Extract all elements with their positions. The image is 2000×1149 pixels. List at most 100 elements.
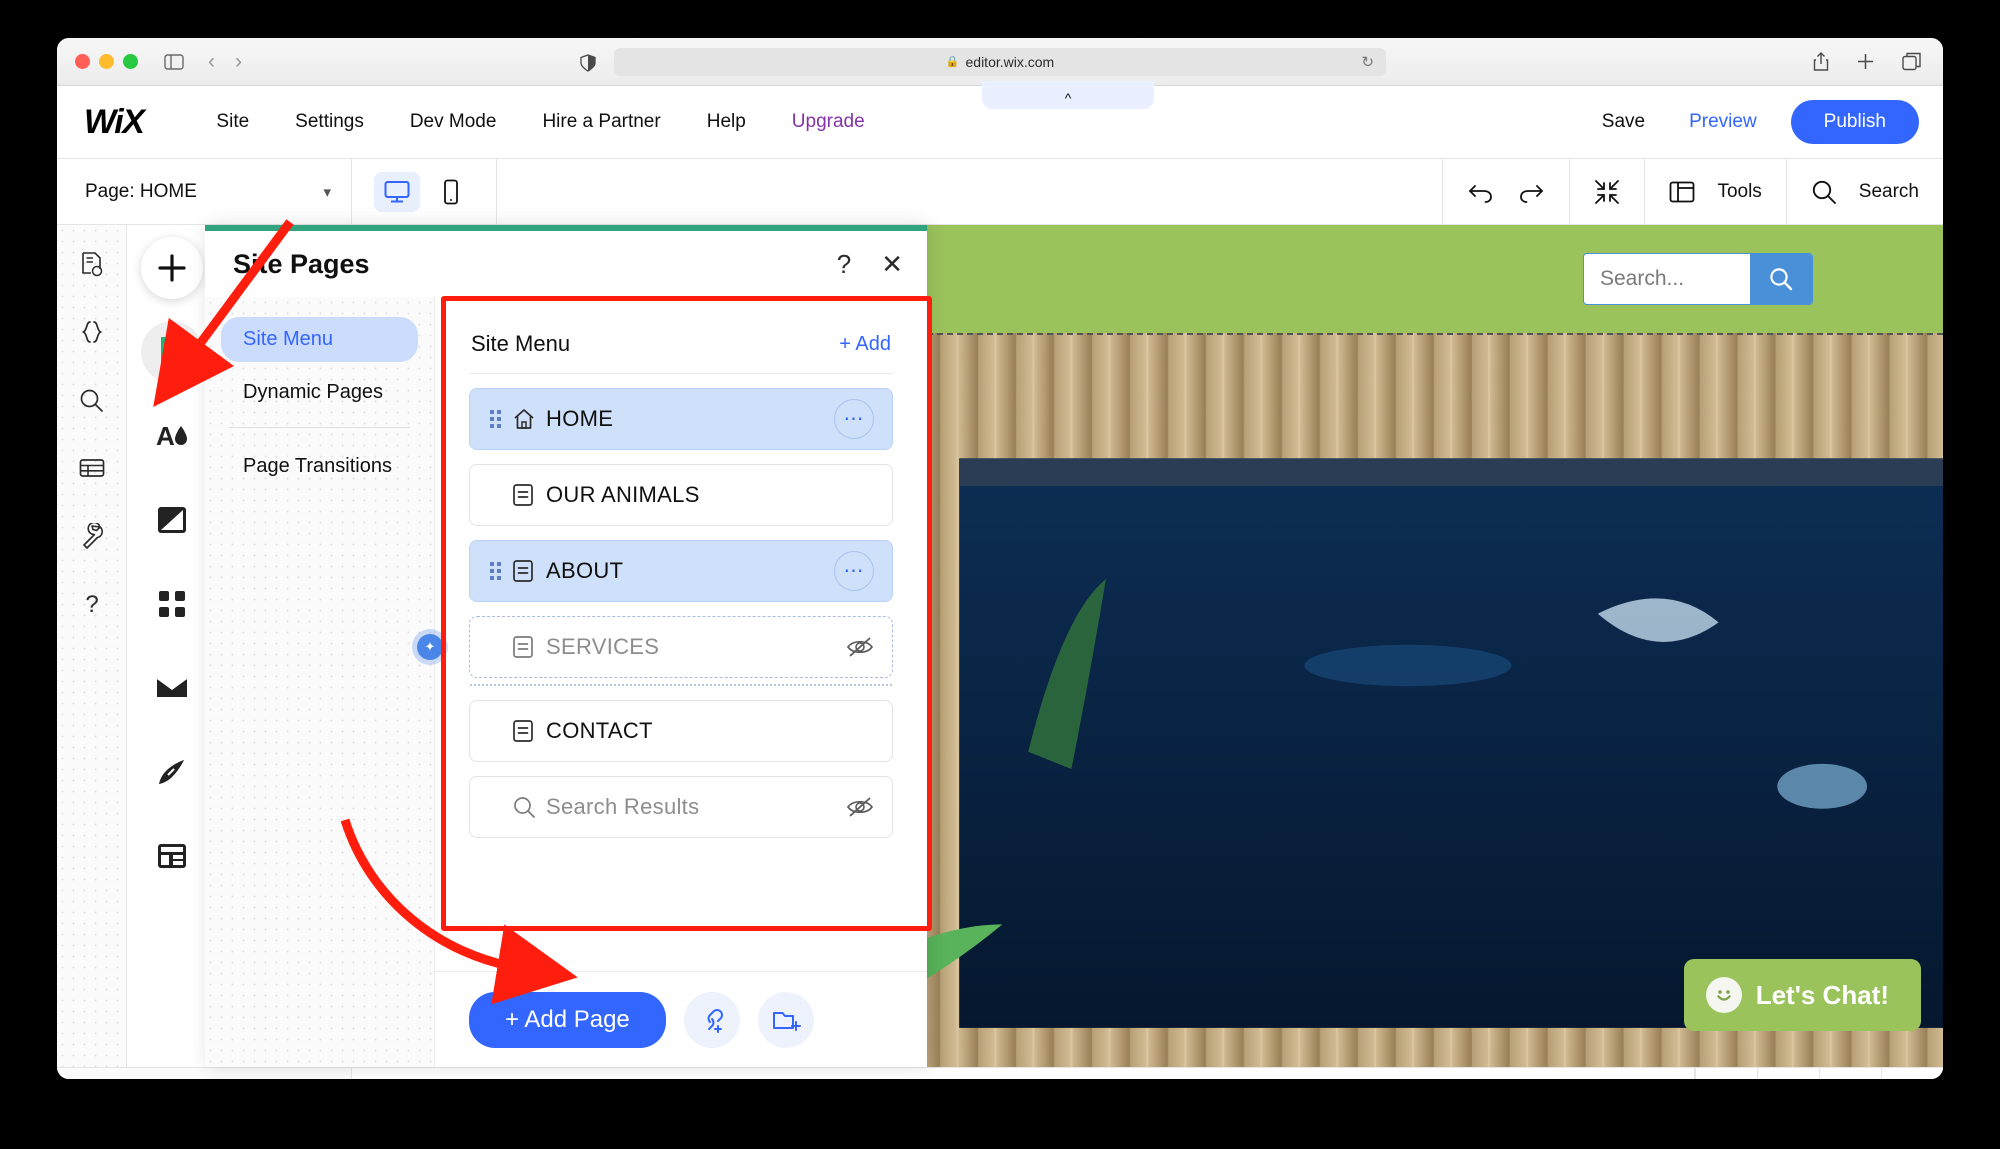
- search-label: Search: [1858, 180, 1919, 202]
- more-vertical-icon[interactable]: [1881, 1068, 1943, 1079]
- theme-design-icon[interactable]: A: [141, 405, 203, 467]
- tools-button[interactable]: Tools: [1644, 159, 1785, 224]
- menu-item-dev-mode[interactable]: Dev Mode: [387, 111, 520, 133]
- status-current-page[interactable]: HOME: [57, 1068, 352, 1079]
- zoom-out-icon[interactable]: [1594, 179, 1620, 205]
- share-icon[interactable]: [1813, 52, 1829, 71]
- publish-button[interactable]: Publish: [1790, 100, 1919, 144]
- page-name: HOME: [546, 406, 614, 431]
- blog-pen-icon[interactable]: [141, 741, 203, 803]
- tools-label: Tools: [1717, 180, 1762, 202]
- undo-icon[interactable]: [1467, 180, 1495, 204]
- tab-overview-icon[interactable]: [1902, 52, 1921, 71]
- curly-braces-icon[interactable]: [79, 317, 105, 347]
- apps-market-icon[interactable]: [141, 573, 203, 635]
- help-question-icon[interactable]: ?: [837, 249, 851, 280]
- view-mode-switch: [352, 159, 497, 224]
- hidden-eye-icon[interactable]: [846, 636, 874, 658]
- hidden-eye-icon[interactable]: [846, 796, 874, 818]
- browser-nav-arrows: ‹ ›: [208, 51, 242, 72]
- back-arrow-icon[interactable]: ‹: [208, 51, 215, 72]
- privacy-shield-icon[interactable]: [580, 54, 596, 72]
- forward-arrow-icon[interactable]: ›: [235, 51, 242, 72]
- site-search-placeholder: Search...: [1600, 267, 1685, 290]
- maximize-window-button[interactable]: [123, 54, 138, 69]
- save-button[interactable]: Save: [1580, 111, 1667, 133]
- close-x-icon[interactable]: ✕: [881, 249, 903, 280]
- table-row[interactable]: ✦ SERVICES: [417, 616, 893, 686]
- table-row[interactable]: OUR ANIMALS: [469, 464, 893, 526]
- menu-item-hire-a-partner[interactable]: Hire a Partner: [519, 111, 683, 133]
- wrench-icon[interactable]: [79, 521, 105, 551]
- page-code-icon[interactable]: [80, 249, 104, 279]
- site-search-box[interactable]: Search...: [1583, 253, 1813, 305]
- table-row[interactable]: Search Results: [469, 776, 893, 838]
- browser-chrome-bar: ‹ › 🔒 editor.wix.com ↻: [57, 38, 1943, 86]
- database-icon[interactable]: [79, 453, 105, 483]
- row-trailing-actions: [846, 796, 874, 818]
- tab-site-menu[interactable]: Site Menu: [221, 317, 418, 362]
- editor-main-area: ? A Search... Let's Chat! Site Pages ? ✕…: [57, 225, 1943, 1067]
- row-trailing-actions: [846, 636, 874, 658]
- add-elements-plus-icon[interactable]: [140, 237, 203, 299]
- search-button[interactable]: Search: [1785, 159, 1943, 224]
- address-bar-wrap: 🔒 editor.wix.com ↻: [614, 47, 1386, 76]
- pages-menu-icon[interactable]: [140, 321, 203, 383]
- drag-indicator-dot[interactable]: ✦: [417, 634, 443, 660]
- arrow-up-right-icon[interactable]: [1819, 1068, 1881, 1079]
- content-manager-icon[interactable]: [141, 825, 203, 887]
- home-icon: [512, 407, 546, 431]
- drag-handle-icon[interactable]: [490, 410, 504, 428]
- site-pages-panel: Site Pages ? ✕ Site Menu Dynamic Pages P…: [205, 225, 927, 1067]
- table-row[interactable]: ABOUT ⋯: [469, 540, 893, 602]
- add-menu-item-button[interactable]: + Add: [839, 333, 891, 356]
- minimize-window-button[interactable]: [99, 54, 114, 69]
- address-bar[interactable]: 🔒 editor.wix.com ↻: [614, 47, 1386, 76]
- media-image-icon[interactable]: [141, 489, 203, 551]
- row-trailing-actions: ⋯: [834, 551, 874, 591]
- search-icon[interactable]: [1750, 254, 1812, 304]
- tab-dynamic-pages[interactable]: Dynamic Pages: [221, 370, 418, 415]
- panel-title: Site Pages: [233, 248, 370, 279]
- page-selector[interactable]: Page: HOME ▾: [57, 159, 352, 224]
- redo-icon[interactable]: [1517, 180, 1545, 204]
- page-name: Search Results: [546, 794, 700, 819]
- add-folder-icon[interactable]: [757, 991, 814, 1048]
- select-cursor-icon[interactable]: [1695, 1068, 1757, 1079]
- svg-text:A: A: [156, 421, 175, 451]
- collapse-toolbar-tab[interactable]: ^: [982, 81, 1154, 109]
- help-question-icon[interactable]: ?: [82, 589, 102, 619]
- drag-handle-icon[interactable]: [490, 562, 504, 580]
- page-name: CONTACT: [546, 718, 653, 743]
- mobile-view-icon[interactable]: [428, 172, 474, 212]
- add-link-icon[interactable]: [683, 991, 740, 1048]
- menu-item-settings[interactable]: Settings: [272, 111, 387, 133]
- desktop-view-icon[interactable]: [374, 171, 420, 212]
- inbox-mail-icon[interactable]: [141, 657, 203, 719]
- close-window-button[interactable]: [75, 54, 90, 69]
- lets-chat-widget[interactable]: Let's Chat!: [1683, 959, 1921, 1031]
- panel-footer: + Add Page: [435, 971, 927, 1067]
- reload-icon[interactable]: ↻: [1361, 53, 1374, 71]
- editor-main-menu: Site Settings Dev Mode Hire a Partner He…: [193, 111, 887, 133]
- wix-logo[interactable]: WiX: [84, 103, 145, 142]
- resize-diagonal-icon[interactable]: [1757, 1068, 1819, 1079]
- menu-item-site[interactable]: Site: [193, 111, 272, 133]
- table-row[interactable]: HOME ⋯: [469, 388, 893, 450]
- preview-button[interactable]: Preview: [1667, 111, 1779, 133]
- add-page-button[interactable]: + Add Page: [469, 991, 666, 1048]
- page-name: SERVICES: [546, 634, 660, 659]
- sidebar-toggle-icon[interactable]: [164, 53, 184, 70]
- table-row[interactable]: CONTACT: [469, 700, 893, 762]
- search-icon[interactable]: [79, 385, 104, 415]
- address-bar-url: editor.wix.com: [965, 53, 1055, 70]
- menu-item-upgrade[interactable]: Upgrade: [769, 111, 888, 133]
- more-options-icon[interactable]: ⋯: [834, 551, 874, 591]
- zoom-out-control: [1569, 159, 1644, 224]
- page-icon: [512, 719, 546, 743]
- new-tab-icon[interactable]: [1857, 53, 1874, 70]
- tab-page-transitions[interactable]: Page Transitions: [221, 444, 418, 489]
- more-options-icon[interactable]: ⋯: [834, 399, 874, 439]
- menu-item-help[interactable]: Help: [684, 111, 769, 133]
- chevron-down-icon: ▾: [323, 183, 331, 201]
